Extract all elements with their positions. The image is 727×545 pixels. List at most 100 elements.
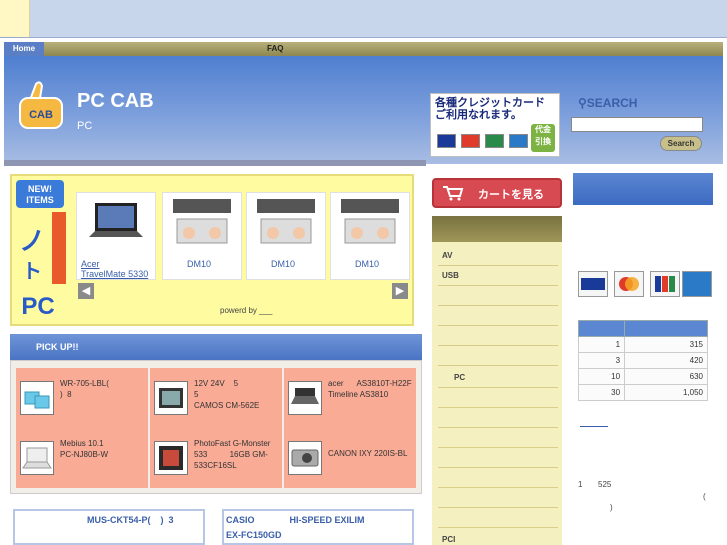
table-cell: 1 bbox=[577, 336, 626, 353]
table-row: 10 630 bbox=[577, 368, 708, 385]
table-row: 3 420 bbox=[577, 352, 708, 369]
pickup-item-image bbox=[20, 441, 54, 475]
bottom-product-label[interactable]: CASIO HI-SPEED EXILIM bbox=[226, 513, 365, 528]
table-cell: 420 bbox=[624, 352, 708, 369]
table-header bbox=[577, 320, 626, 337]
table-header bbox=[624, 320, 708, 337]
new-item-label[interactable]: Acer TravelMate 5330 bbox=[81, 259, 148, 279]
pickup-item-label[interactable]: acer AS3810T-H22F Timeline AS3810 bbox=[328, 378, 412, 400]
mid-menu-item[interactable] bbox=[438, 326, 558, 346]
logo-text: CAB bbox=[29, 109, 53, 121]
view-cart-button[interactable]: カートを見る bbox=[432, 178, 562, 208]
pickup-title: PICK UP!! bbox=[36, 342, 79, 352]
pickup-item-label[interactable]: WR-705-LBL( ) 8 bbox=[60, 378, 144, 400]
bottom-product-box[interactable]: CASIO HI-SPEED EXILIM EX-FC150GD bbox=[222, 509, 414, 545]
laptop-image bbox=[83, 197, 149, 249]
mid-menu-item[interactable] bbox=[438, 286, 558, 306]
bottom-product-label[interactable]: EX-FC150GD bbox=[226, 528, 282, 543]
pickup-item[interactable]: PhotoFast G-Monster 533 16GB GM- 533CF16… bbox=[150, 428, 282, 488]
mid-menu-item[interactable] bbox=[438, 448, 558, 468]
credit-banner-text: 各種クレジットカード ご利用なれます。 bbox=[435, 97, 545, 121]
new-item-label[interactable]: DM10 bbox=[271, 259, 295, 269]
pickup-item[interactable]: CANON IXY 220IS-BL bbox=[284, 428, 416, 488]
mid-menu-item[interactable] bbox=[438, 388, 558, 408]
pickup-item[interactable]: WR-705-LBL( ) 8 bbox=[16, 368, 148, 428]
right-link-underline[interactable] bbox=[580, 421, 608, 427]
mid-menu-item[interactable]: PC bbox=[438, 368, 558, 388]
prev-arrow-icon[interactable]: ◀ bbox=[78, 283, 94, 299]
visa-card-icon bbox=[578, 271, 608, 297]
new-item-label[interactable]: DM10 bbox=[355, 259, 379, 269]
mastercard-icon bbox=[614, 271, 644, 297]
search-input[interactable] bbox=[571, 117, 703, 132]
mid-menu-item[interactable] bbox=[438, 508, 558, 528]
pickup-item-label[interactable]: 12V 24V 5 5 CAMOS CM-562E bbox=[194, 378, 278, 411]
jcb-card-icon bbox=[650, 271, 680, 297]
site-title[interactable]: PC CAB bbox=[77, 90, 154, 113]
pickup-item-image bbox=[288, 441, 322, 475]
svg-text:ト: ト bbox=[22, 259, 42, 283]
right-note-text: 1 525 bbox=[578, 480, 612, 489]
right-note-text: ( bbox=[703, 492, 706, 501]
search-title: ⚲SEARCH bbox=[578, 96, 638, 110]
right-note-text: ) bbox=[610, 503, 613, 512]
pomera-image bbox=[337, 197, 403, 249]
visa-card-icon bbox=[437, 134, 456, 148]
mid-menu-item[interactable] bbox=[438, 346, 558, 366]
pickup-item-label[interactable]: PhotoFast G-Monster 533 16GB GM- 533CF16… bbox=[194, 438, 278, 471]
shipping-fee-table: 1 315 3 420 10 630 30 1,050 bbox=[577, 320, 708, 401]
next-arrow-icon[interactable]: ▶ bbox=[392, 283, 408, 299]
mid-menu-item[interactable] bbox=[438, 428, 558, 448]
header-shadow bbox=[4, 160, 426, 166]
table-cell: 1,050 bbox=[624, 384, 708, 401]
top-nav: Home FAQ bbox=[4, 42, 723, 56]
table-cell: 10 bbox=[577, 368, 626, 385]
pickup-item-image bbox=[20, 381, 54, 415]
bottom-product-box[interactable]: MUS-CKT54-P( ) 3 bbox=[13, 509, 205, 545]
view-cart-label: カートを見る bbox=[478, 189, 544, 201]
new-item-label[interactable]: DM10 bbox=[187, 259, 211, 269]
pickup-item-image bbox=[288, 381, 322, 415]
new-item-card[interactable]: DM10 bbox=[246, 192, 326, 280]
top-left-block bbox=[0, 0, 30, 38]
svg-text:ITEMS: ITEMS bbox=[26, 195, 54, 205]
pomera-image bbox=[253, 197, 319, 249]
pickup-header: PICK UP!! bbox=[10, 334, 422, 360]
mid-menu-item[interactable] bbox=[438, 408, 558, 428]
pickup-item[interactable]: acer AS3810T-H22F Timeline AS3810 bbox=[284, 368, 416, 428]
search-button[interactable]: Search bbox=[660, 136, 702, 151]
new-items-banner-art: NEW! ITEMS ノ ト PC bbox=[12, 178, 70, 322]
mid-menu-item[interactable] bbox=[438, 306, 558, 326]
svg-text:PC: PC bbox=[21, 293, 54, 320]
bottom-product-label[interactable]: MUS-CKT54-P( ) 3 bbox=[87, 513, 174, 528]
mastercard-icon bbox=[461, 134, 480, 148]
svg-text:ノ: ノ bbox=[19, 227, 45, 257]
table-cell: 30 bbox=[577, 384, 626, 401]
table-row: 1 315 bbox=[577, 336, 708, 353]
payment-cards bbox=[578, 271, 712, 299]
nav-faq-link[interactable]: FAQ bbox=[267, 42, 283, 56]
pickup-item-image bbox=[154, 441, 188, 475]
nav-home-link[interactable]: Home bbox=[4, 42, 44, 56]
credit-card-banner: 各種クレジットカード ご利用なれます。 代金 引換 bbox=[430, 93, 560, 157]
table-row: 30 1,050 bbox=[577, 384, 708, 401]
mid-menu-item[interactable]: AV bbox=[438, 246, 558, 266]
mid-menu-item[interactable] bbox=[438, 488, 558, 508]
search-icon: ⚲ bbox=[578, 96, 587, 110]
mid-menu-item[interactable]: USB bbox=[438, 266, 558, 286]
pickup-item-label[interactable]: Mebius 10.1 PC-NJ80B-W bbox=[60, 438, 144, 460]
pickup-item[interactable]: 12V 24V 5 5 CAMOS CM-562E bbox=[150, 368, 282, 428]
new-item-card[interactable]: DM10 bbox=[162, 192, 242, 280]
mid-menu-item[interactable] bbox=[438, 468, 558, 488]
pickup-item[interactable]: Mebius 10.1 PC-NJ80B-W bbox=[16, 428, 148, 488]
amex-card-icon bbox=[682, 271, 712, 297]
pomera-image bbox=[169, 197, 235, 249]
mid-menu-item[interactable]: PCI bbox=[438, 530, 558, 545]
amex-card-icon bbox=[509, 134, 528, 148]
site-logo[interactable]: CAB bbox=[16, 80, 66, 134]
table-cell: 3 bbox=[577, 352, 626, 369]
pickup-item-label[interactable]: CANON IXY 220IS-BL bbox=[328, 448, 412, 459]
new-item-card[interactable]: DM10 bbox=[330, 192, 410, 280]
new-item-card[interactable]: Acer TravelMate 5330 bbox=[76, 192, 156, 280]
cart-icon bbox=[442, 185, 464, 201]
